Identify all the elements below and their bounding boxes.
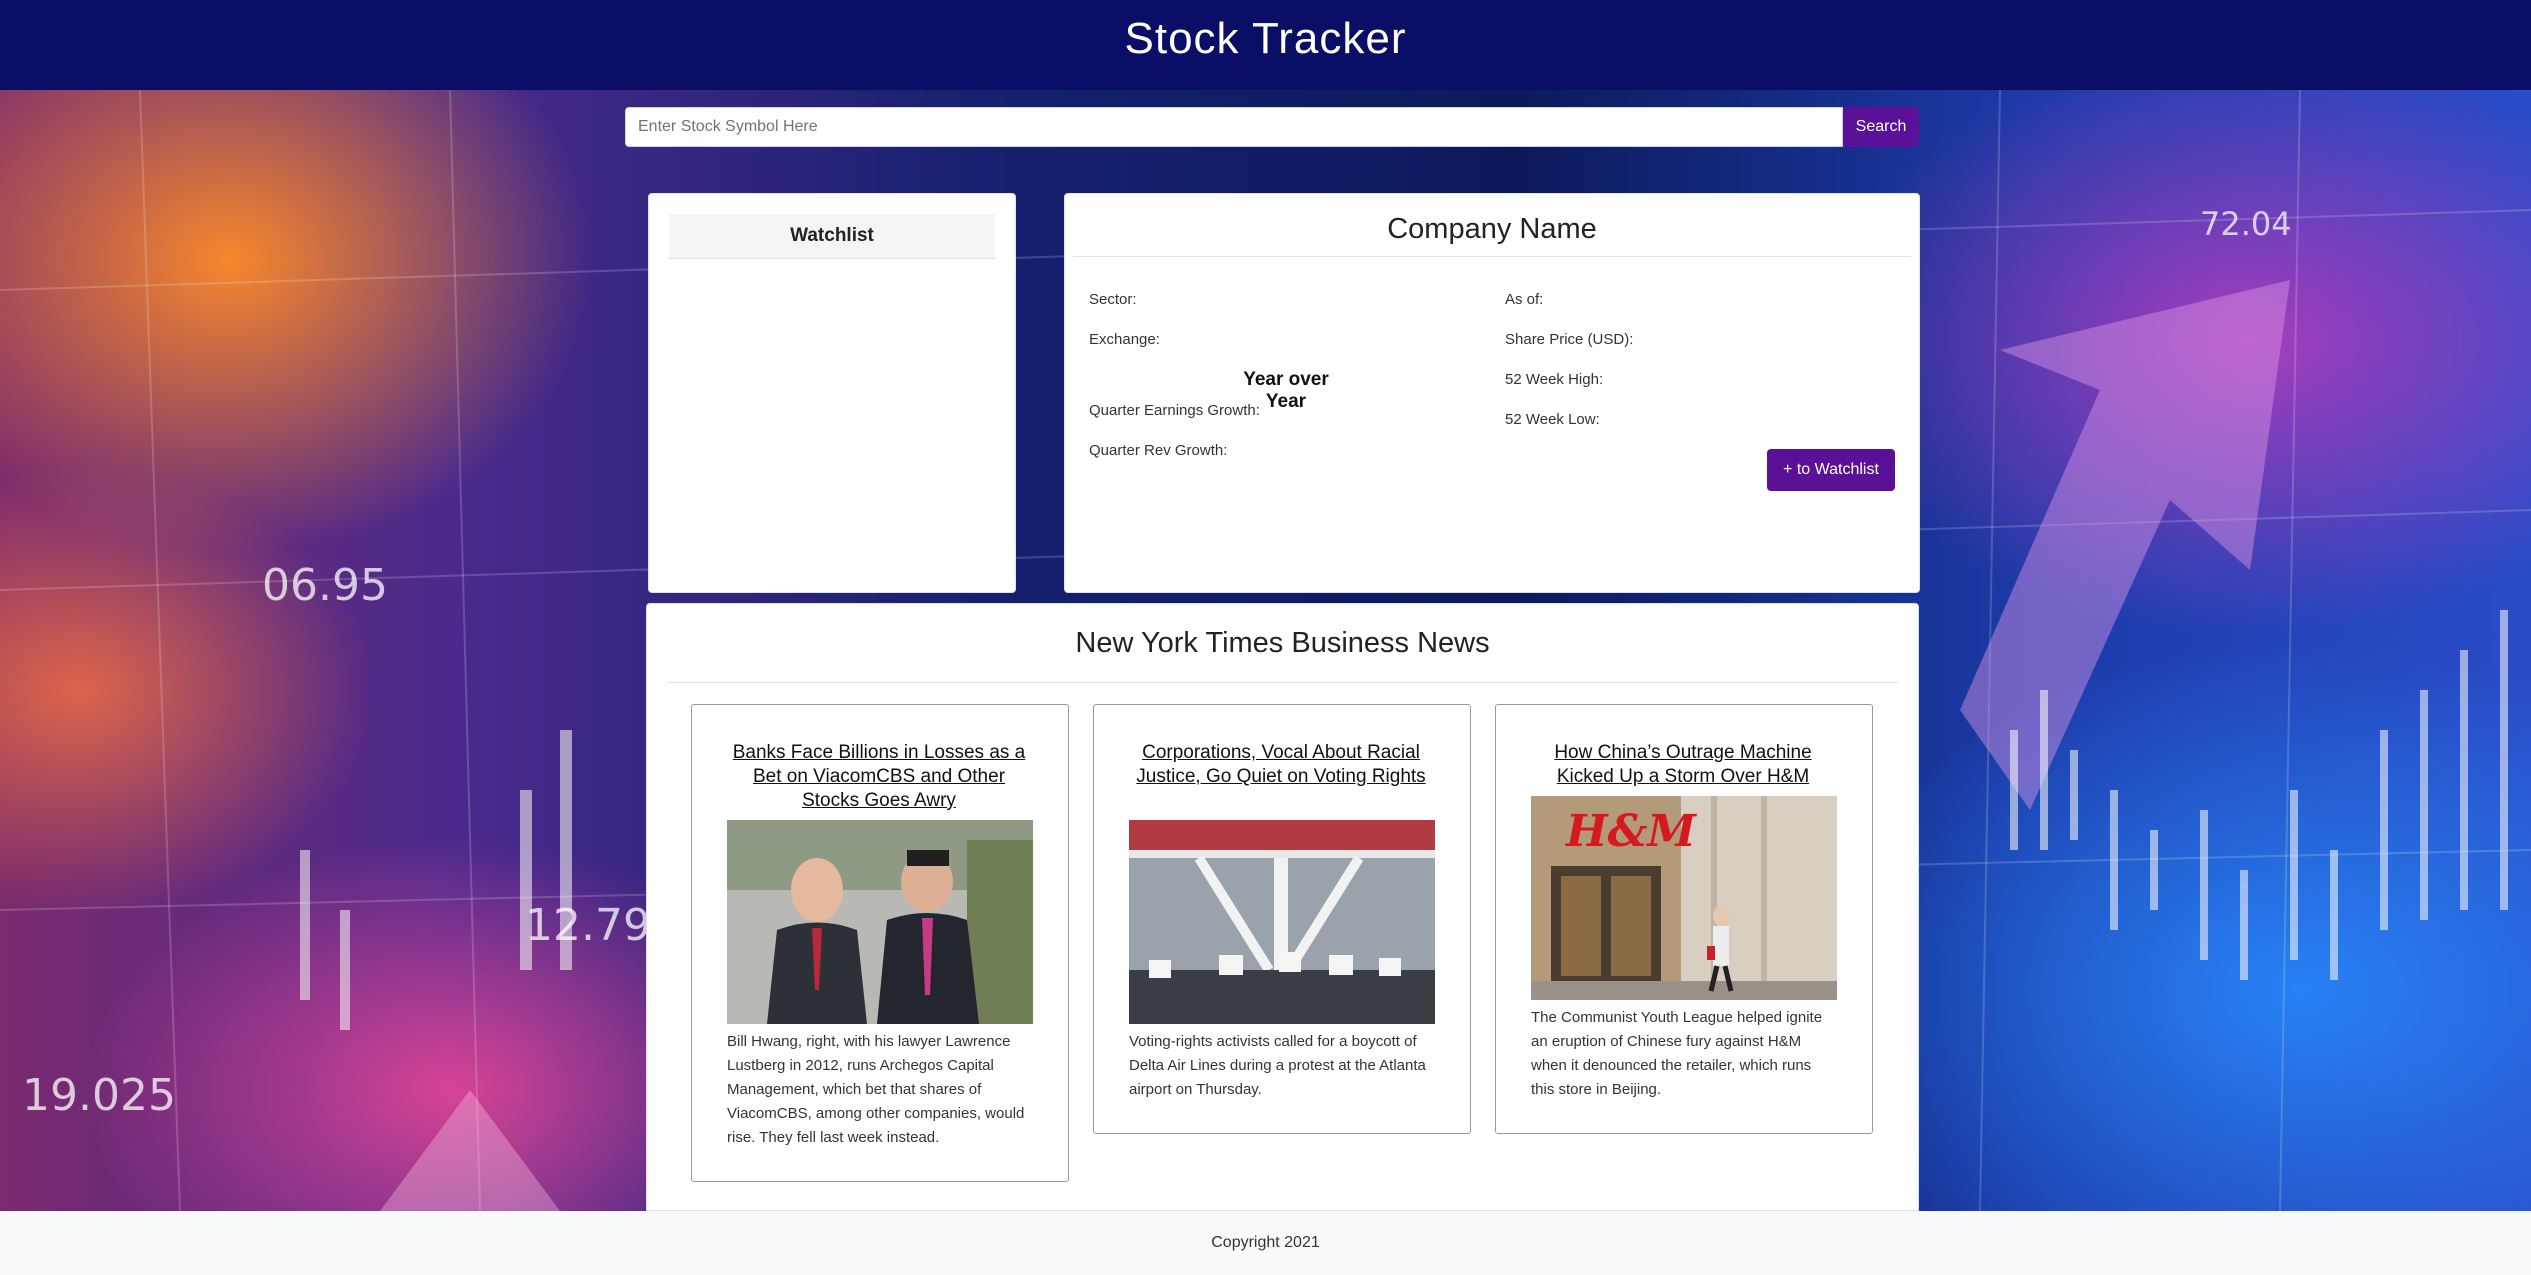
search-bar: Search [625,107,1919,147]
exchange-label: Exchange: [1089,331,1160,348]
company-name: Company Name [1073,194,1911,257]
background-number: 72.04 [2200,205,2292,243]
site-title: Stock Tracker [1124,14,1407,63]
week-low-label: 52 Week Low: [1505,411,1600,428]
stock-symbol-input[interactable] [625,107,1843,147]
article-photo-protest [1129,820,1435,1024]
watchlist-title: Watchlist [669,214,995,259]
share-price-label: Share Price (USD): [1505,331,1634,348]
news-title: New York Times Business News [667,604,1898,683]
news-article-card: How China’s Outrage Machine Kicked Up a … [1495,704,1873,1134]
article-headline-link[interactable]: Corporations, Vocal About Racial Justice… [1124,741,1438,789]
search-button[interactable]: Search [1843,107,1919,147]
quarter-rev-growth-label: Quarter Rev Growth: [1089,442,1228,459]
article-headline-link[interactable]: Banks Face Billions in Losses as a Bet o… [722,741,1036,813]
news-article-card: Banks Face Billions in Losses as a Bet o… [691,704,1069,1182]
as-of-label: As of: [1505,291,1544,308]
article-caption: Voting-rights activists called for a boy… [1129,1033,1426,1098]
article-image[interactable]: H&M [1531,796,1837,1000]
article-image[interactable] [1129,820,1435,1024]
article-image[interactable] [727,820,1033,1024]
add-to-watchlist-button[interactable]: + to Watchlist [1767,449,1895,491]
background-number: 12.79 [525,900,651,951]
company-card: Company Name Sector: Exchange: Year over… [1064,193,1920,593]
site-footer: Copyright 2021 [0,1211,2531,1270]
week-high-label: 52 Week High: [1505,371,1604,388]
watchlist-card: Watchlist [648,193,1016,593]
article-headline-link[interactable]: How China’s Outrage Machine Kicked Up a … [1526,741,1840,789]
hm-store-sign: H&M [1564,806,1697,857]
quarter-earnings-growth-label: Quarter Earnings Growth: [1089,402,1260,419]
copyright-text: Copyright 2021 [1211,1234,1320,1251]
article-photo-two-men [727,820,1033,1024]
background-number: 06.95 [262,560,388,611]
site-header: Stock Tracker [0,0,2531,90]
sector-label: Sector: [1089,291,1137,308]
news-section: New York Times Business News Banks Face … [646,603,1919,1211]
article-caption: The Communist Youth League helped ignite… [1531,1009,1823,1098]
article-caption: Bill Hwang, right, with his lawyer Lawre… [727,1033,1025,1146]
background-number: 19.025 [22,1070,176,1121]
article-photo-hm-store: H&M [1531,796,1837,1000]
news-article-card: Corporations, Vocal About Racial Justice… [1093,704,1471,1134]
